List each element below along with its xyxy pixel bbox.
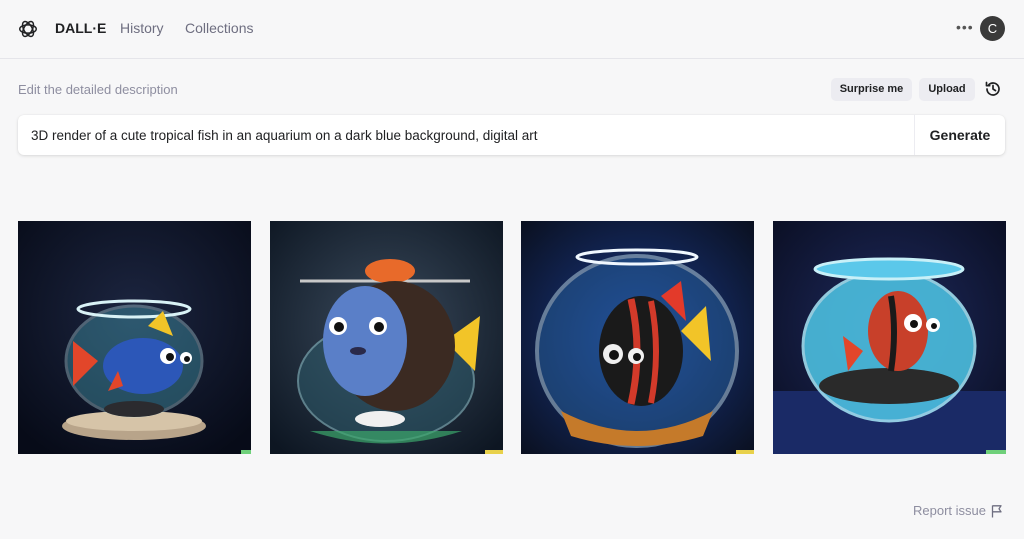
- nav-history-link[interactable]: History: [120, 20, 164, 36]
- nav-brand-dalle[interactable]: DALL·E: [55, 20, 106, 36]
- generate-button[interactable]: Generate: [914, 115, 1005, 155]
- prompt-input[interactable]: [18, 115, 898, 155]
- top-bar: DALL·E History Collections ••• C: [0, 0, 1024, 59]
- upload-button[interactable]: Upload: [919, 78, 975, 101]
- report-issue-link[interactable]: Report issue: [913, 503, 986, 518]
- ellipsis-icon[interactable]: •••: [956, 20, 974, 34]
- result-image-2[interactable]: [270, 221, 503, 454]
- nav-collections-link[interactable]: Collections: [185, 20, 253, 36]
- result-image-4[interactable]: [773, 221, 1006, 454]
- avatar[interactable]: C: [980, 16, 1005, 41]
- result-image-3[interactable]: [521, 221, 754, 454]
- history-icon[interactable]: [983, 79, 1003, 99]
- openai-logo-icon[interactable]: [17, 18, 39, 40]
- prompt-hint: Edit the detailed description: [18, 82, 178, 97]
- prompt-box: Generate: [18, 115, 1005, 155]
- surprise-me-button[interactable]: Surprise me: [831, 78, 912, 101]
- result-image-1[interactable]: [18, 221, 251, 454]
- flag-icon[interactable]: [991, 504, 1003, 518]
